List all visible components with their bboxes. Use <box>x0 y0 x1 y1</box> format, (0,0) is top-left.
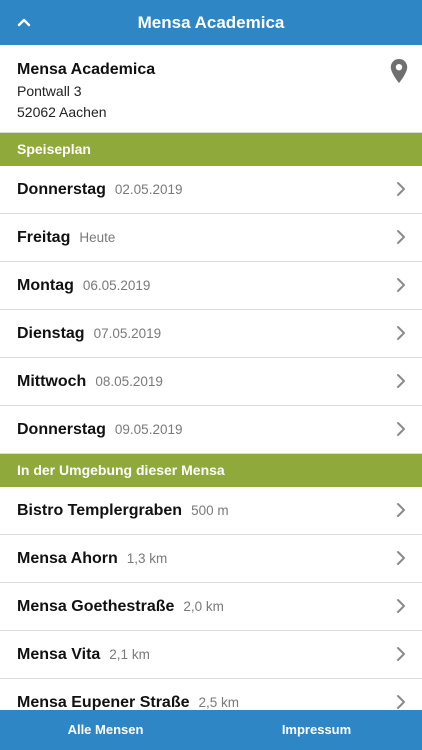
day-date: 09.05.2019 <box>114 422 183 437</box>
day-name: Mittwoch <box>17 372 87 390</box>
day-date: 02.05.2019 <box>114 182 183 197</box>
day-row[interactable]: Dienstag 07.05.2019 <box>0 310 422 358</box>
day-row[interactable]: Freitag Heute <box>0 214 422 262</box>
place-distance: 2,5 km <box>198 695 240 710</box>
tab-all-canteens[interactable]: Alle Mensen <box>0 710 211 750</box>
address-city: 52062 Aachen <box>17 104 107 120</box>
nearby-row[interactable]: Bistro Templergraben 500 m <box>0 487 422 535</box>
collapse-button[interactable] <box>8 6 40 38</box>
mensa-name: Mensa Academica <box>17 61 156 78</box>
day-name: Donnerstag <box>17 420 106 438</box>
day-name: Montag <box>17 276 74 294</box>
nearby-row[interactable]: Mensa Eupener Straße 2,5 km <box>0 679 422 710</box>
day-date: Heute <box>79 230 116 245</box>
place-distance: 500 m <box>191 503 229 518</box>
address-card: Mensa Academica Pontwall 3 52062 Aachen <box>0 45 422 133</box>
address-street: Pontwall 3 <box>17 83 82 99</box>
place-distance: 1,3 km <box>126 551 168 566</box>
scroll-content[interactable]: Mensa Academica Pontwall 3 52062 Aachen … <box>0 45 422 710</box>
day-name: Freitag <box>17 228 71 246</box>
day-date: 06.05.2019 <box>82 278 151 293</box>
chevron-right-icon <box>397 503 405 517</box>
chevron-right-icon <box>397 182 405 196</box>
day-date: 07.05.2019 <box>93 326 162 341</box>
day-name: Donnerstag <box>17 180 106 198</box>
bottom-tab-bar: Alle Mensen Impressum <box>0 710 422 750</box>
chevron-right-icon <box>397 422 405 436</box>
nearby-row[interactable]: Mensa Goethestraße 2,0 km <box>0 583 422 631</box>
place-name: Mensa Vita <box>17 645 101 663</box>
day-name: Dienstag <box>17 324 85 342</box>
chevron-right-icon <box>397 278 405 292</box>
chevron-right-icon <box>397 230 405 244</box>
chevron-up-icon <box>17 18 31 27</box>
day-row[interactable]: Donnerstag 02.05.2019 <box>0 166 422 214</box>
page-title: Mensa Academica <box>137 13 285 32</box>
chevron-right-icon <box>397 647 405 661</box>
tab-imprint[interactable]: Impressum <box>211 710 422 750</box>
place-distance: 2,0 km <box>183 599 224 614</box>
nearby-row[interactable]: Mensa Vita 2,1 km <box>0 631 422 679</box>
place-name: Bistro Templergraben <box>17 501 183 519</box>
navigation-bar: Mensa Academica <box>0 0 422 45</box>
nearby-row[interactable]: Mensa Ahorn 1,3 km <box>0 535 422 583</box>
place-name: Mensa Ahorn <box>17 549 118 567</box>
day-row[interactable]: Montag 06.05.2019 <box>0 262 422 310</box>
place-name: Mensa Goethestraße <box>17 597 175 615</box>
chevron-right-icon <box>397 551 405 565</box>
day-date: 08.05.2019 <box>95 374 163 389</box>
chevron-right-icon <box>397 326 405 340</box>
chevron-right-icon <box>397 695 405 709</box>
section-header-speiseplan: Speiseplan <box>0 133 422 166</box>
place-name: Mensa Eupener Straße <box>17 693 190 711</box>
place-distance: 2,1 km <box>109 647 150 662</box>
chevron-right-icon <box>397 374 405 388</box>
section-header-nearby: In der Umgebung dieser Mensa <box>0 454 422 487</box>
day-row[interactable]: Donnerstag 09.05.2019 <box>0 406 422 454</box>
day-row[interactable]: Mittwoch 08.05.2019 <box>0 358 422 406</box>
chevron-right-icon <box>397 599 405 613</box>
location-pin-icon[interactable] <box>390 59 408 83</box>
